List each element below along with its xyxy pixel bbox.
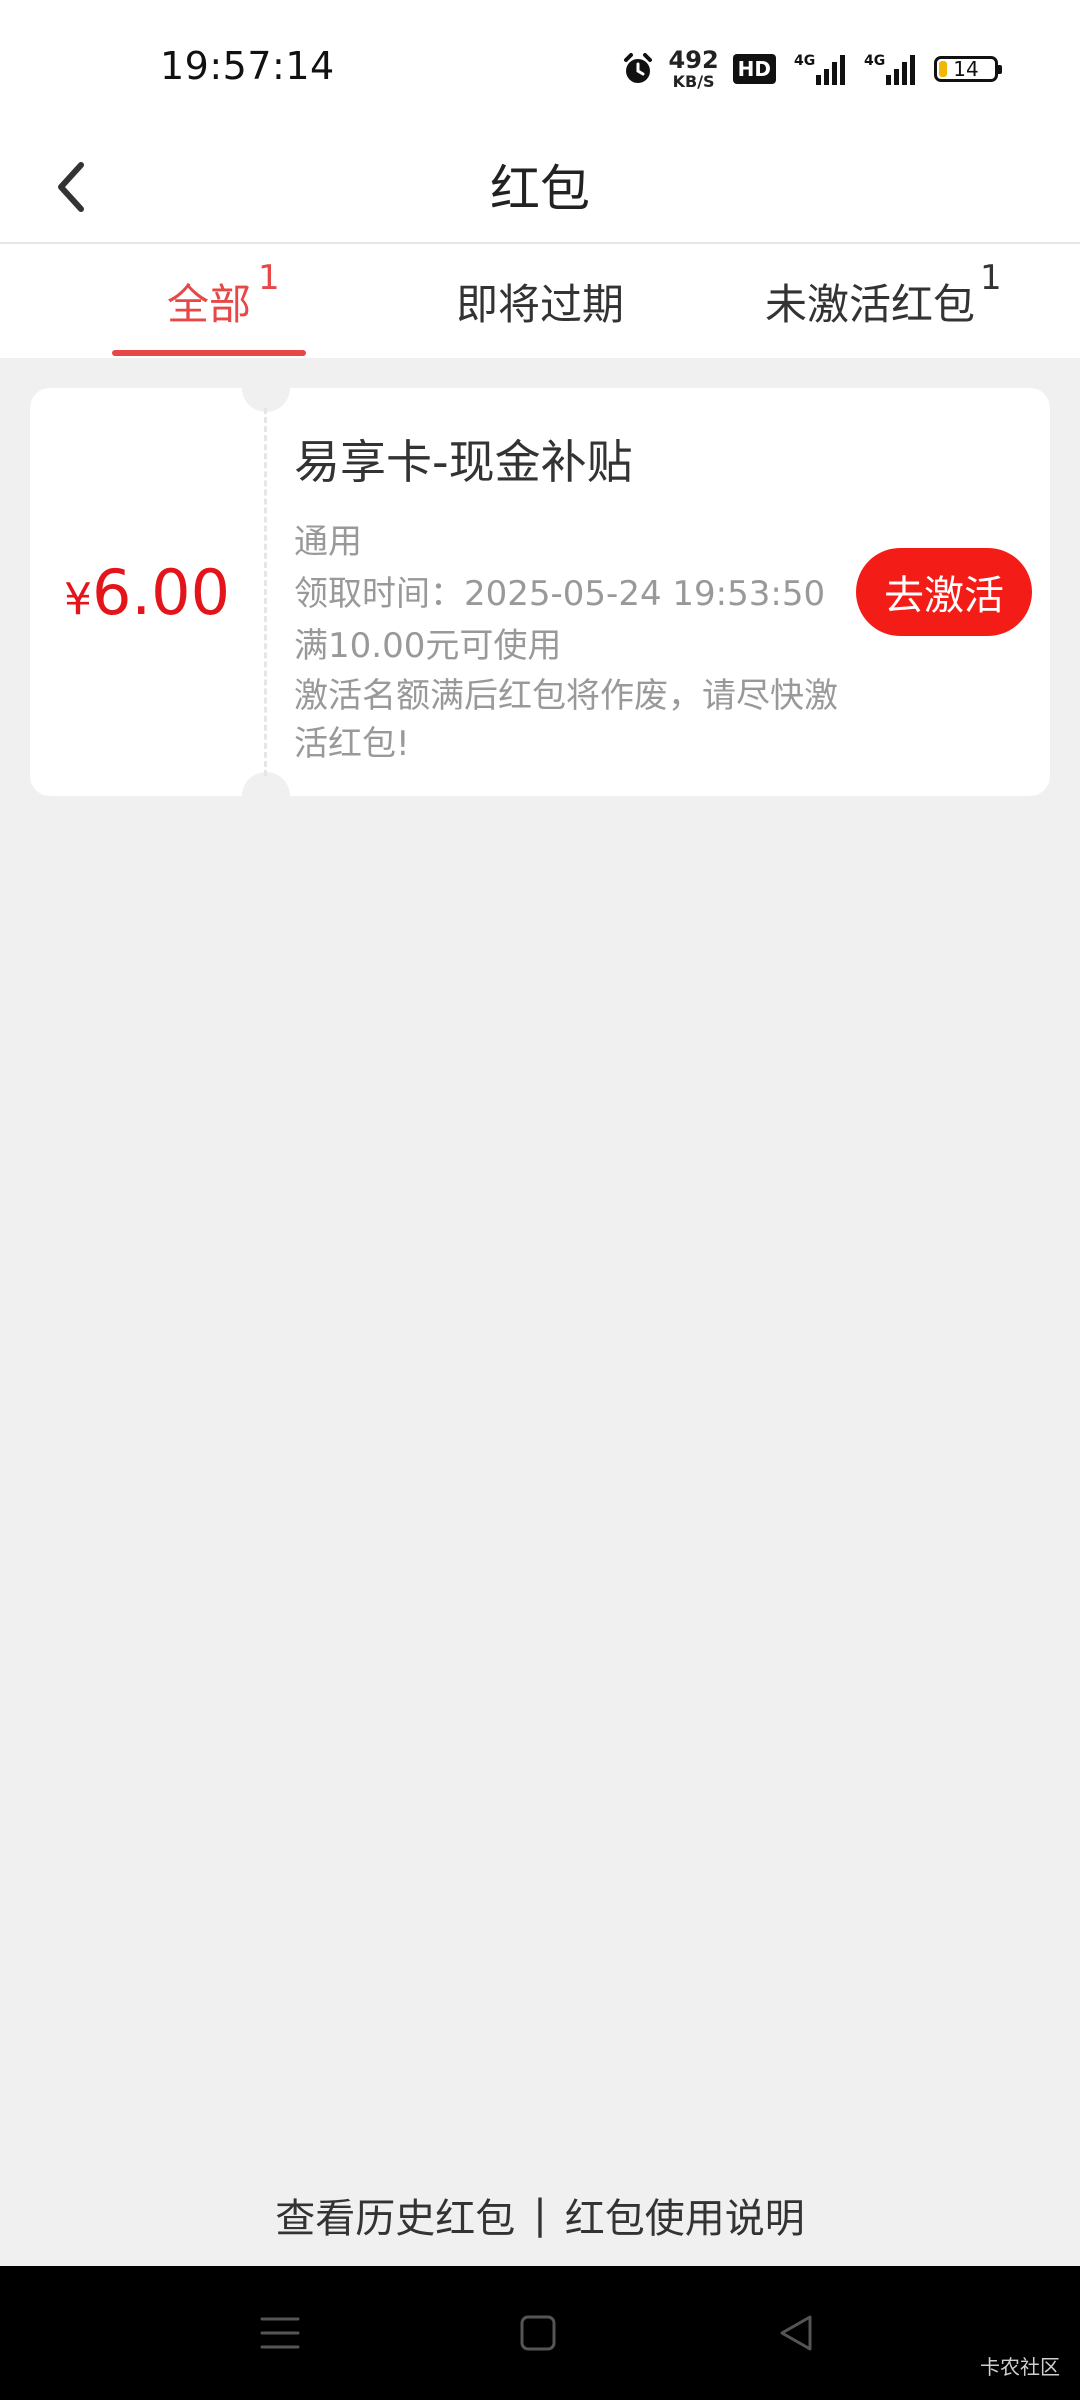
status-time: 19:57:14 <box>160 44 335 88</box>
back-nav-button[interactable] <box>756 2296 836 2370</box>
coupon-amount-value: 6.00 <box>91 555 231 629</box>
tab-expiring-label: 即将过期 <box>455 279 624 329</box>
coupon-amount: ¥6.00 <box>64 556 230 629</box>
battery-fill <box>939 61 947 77</box>
tab-inactive-count: 1 <box>980 258 1002 298</box>
tab-inactive-label: 未激活红包 <box>764 279 975 329</box>
history-link[interactable]: 查看历史红包 <box>275 2186 515 2244</box>
sim1-label: 4G <box>794 53 815 69</box>
tab-expiring[interactable]: 即将过期 <box>430 244 650 358</box>
coupon-condition: 满10.00元可使用 <box>294 626 562 666</box>
network-speed: 492 KB/S <box>669 48 719 90</box>
coupon-card: ¥6.00 易享卡-现金补贴 通用 领取时间：2025-05-24 19:53:… <box>30 364 1050 820</box>
coupon-note: 激活名额满后红包将作废，请尽快激活红包! <box>294 676 838 764</box>
network-speed-value: 492 <box>668 46 719 74</box>
battery-level: 14 <box>953 57 979 81</box>
menu-icon <box>260 2317 300 2349</box>
battery-icon: 14 <box>934 56 1002 82</box>
activate-button[interactable]: 去激活 <box>856 548 1032 636</box>
coupon-info: 易享卡-现金补贴 通用 领取时间：2025-05-24 19:53:50 满10… <box>294 426 894 768</box>
tab-all-count: 1 <box>258 258 280 298</box>
alarm-icon <box>621 52 655 86</box>
footer-separator: | <box>533 2192 547 2238</box>
instructions-link[interactable]: 红包使用说明 <box>565 2186 805 2244</box>
hd-icon: HD <box>732 54 776 84</box>
home-square-icon <box>520 2315 556 2351</box>
coupon-scope: 通用 <box>294 522 362 562</box>
coupon-received-time: 领取时间：2025-05-24 19:53:50 <box>294 574 826 614</box>
coupon-title: 易享卡-现金补贴 <box>294 435 633 489</box>
tab-inactive[interactable]: 未激活红包 1 <box>740 244 1002 358</box>
coupon-amount-area: ¥6.00 <box>30 388 264 796</box>
status-bar: 19:57:14 492 KB/S HD 4G 4G 14 <box>0 0 1080 136</box>
header-bar: 红包 <box>0 136 1080 244</box>
signal-4g-icon: 4G <box>864 51 920 87</box>
ticket-divider <box>264 408 267 776</box>
signal-4g-icon: 4G <box>790 51 850 87</box>
network-speed-unit: KB/S <box>672 72 715 91</box>
ticket-notch-bottom <box>242 772 290 820</box>
system-nav-bar: 卡农社区 <box>0 2266 1080 2400</box>
watermark: 卡农社区 <box>980 2355 1060 2379</box>
home-button[interactable] <box>498 2296 578 2370</box>
back-triangle-icon <box>780 2315 812 2351</box>
footer-links: 查看历史红包 | 红包使用说明 <box>0 2180 1080 2250</box>
currency-symbol: ¥ <box>63 573 92 625</box>
ticket-notch-top <box>242 364 290 412</box>
tab-all[interactable]: 全部 1 <box>112 244 306 358</box>
tab-all-label: 全部 <box>166 279 251 329</box>
page-title: 红包 <box>490 160 590 218</box>
sim2-label: 4G <box>864 53 885 69</box>
status-icons: 492 KB/S HD 4G 4G 14 <box>621 44 1002 94</box>
active-tab-indicator <box>112 350 306 356</box>
tab-bar: 全部 1 即将过期 未激活红包 1 <box>0 244 1080 358</box>
menu-button[interactable] <box>240 2296 320 2370</box>
